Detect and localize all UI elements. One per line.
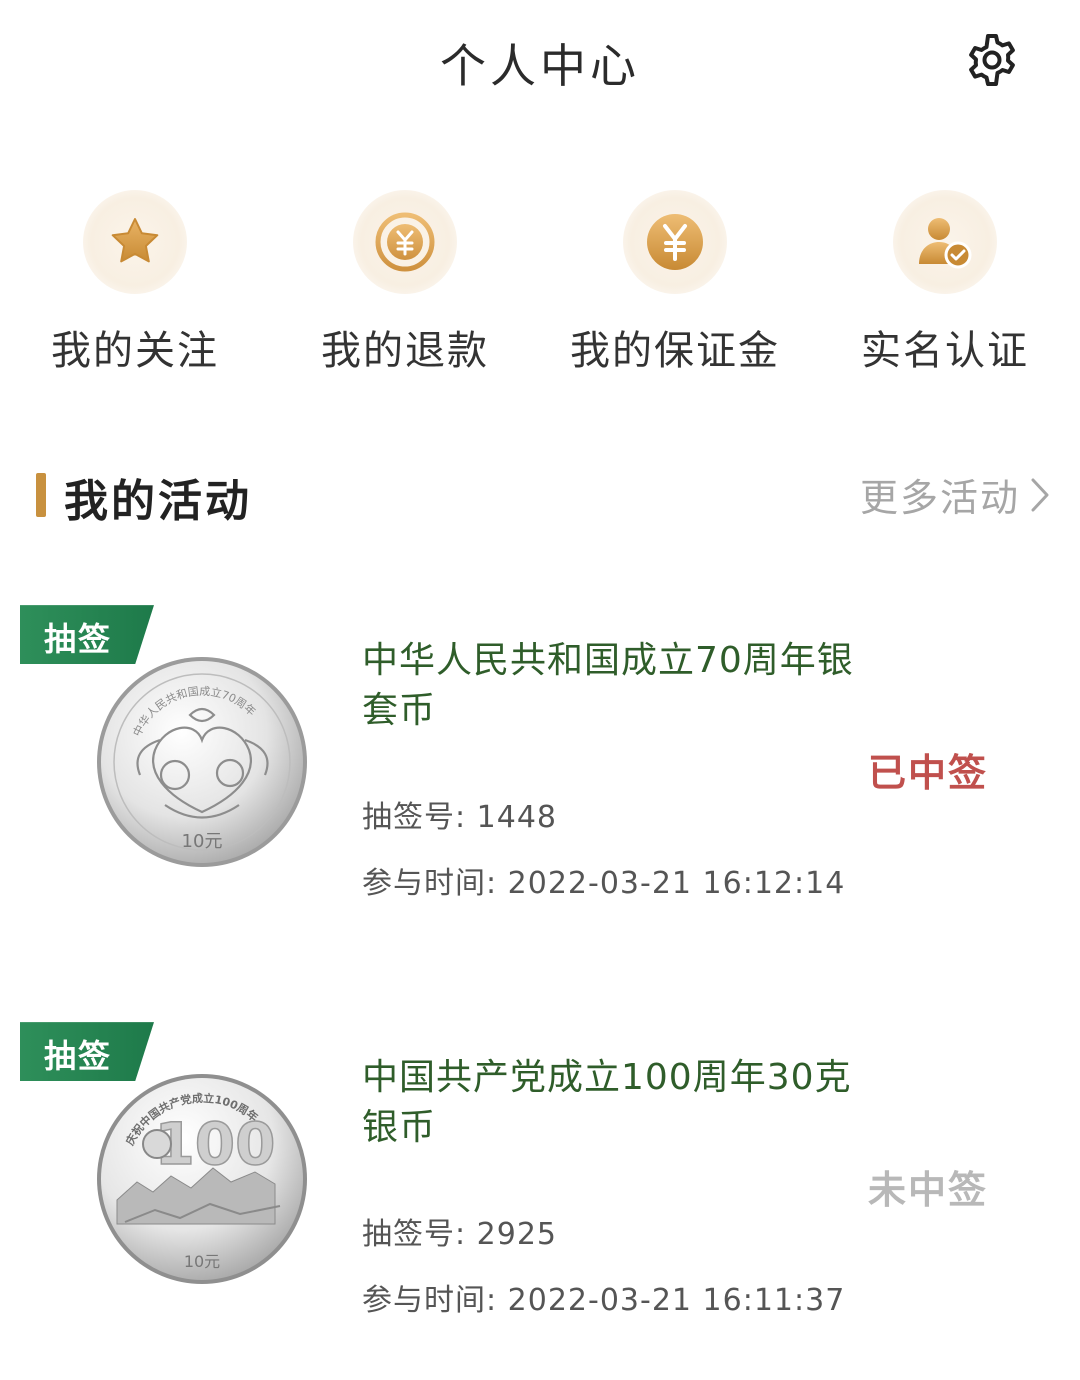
header: 个人中心 bbox=[0, 0, 1080, 120]
coin-value: 10元 bbox=[184, 1252, 220, 1271]
lottery-number-label: 抽签号: bbox=[362, 800, 467, 835]
shortcut-icon-bg bbox=[353, 190, 457, 294]
shortcut-my-follow[interactable]: 我的关注 bbox=[0, 190, 270, 376]
shortcut-label: 我的关注 bbox=[51, 328, 219, 374]
shortcut-grid: 我的关注 我的退款 我的保证金 实名认证 bbox=[0, 190, 1080, 390]
coin-value: 10元 bbox=[182, 831, 223, 852]
coin-image: 中华人民共和国成立70周年 10元 bbox=[95, 655, 310, 870]
activities-section-header: 我的活动 更多活动 bbox=[0, 465, 1080, 527]
activity-title: 中国共产党成立100周年30克银币 bbox=[362, 1057, 852, 1148]
coin-image: 庆祝中国共产党成立100周年 100 10元 bbox=[95, 1072, 310, 1287]
lottery-number-value: 2925 bbox=[476, 1217, 558, 1252]
shortcut-icon-bg bbox=[893, 190, 997, 294]
section-accent-bar bbox=[36, 473, 46, 517]
join-time-value: 2022-03-21 16:12:14 bbox=[507, 866, 846, 901]
lottery-number-row: 抽签号: 2925 bbox=[362, 1209, 557, 1253]
lottery-number-label: 抽签号: bbox=[362, 1217, 467, 1252]
activity-title: 中华人民共和国成立70周年银套币 bbox=[362, 640, 854, 731]
status-badge: 未中签 bbox=[868, 1168, 989, 1212]
lottery-number-value: 1448 bbox=[476, 800, 558, 835]
join-time-label: 参与时间: bbox=[362, 1283, 498, 1318]
coin-centenary-number: 100 bbox=[154, 1110, 275, 1178]
shortcut-label: 我的保证金 bbox=[570, 328, 780, 374]
shortcut-my-refund[interactable]: 我的退款 bbox=[270, 190, 540, 376]
activity-card[interactable]: 抽签 中华人民共和国成立70周年 10元 中华人民共和国成立70周年银套币 已中… bbox=[0, 600, 1080, 930]
verified-user-icon bbox=[919, 218, 972, 269]
join-time-value: 2022-03-21 16:11:37 bbox=[507, 1283, 846, 1318]
settings-button[interactable] bbox=[962, 30, 1022, 90]
shortcut-label: 实名认证 bbox=[861, 328, 1029, 374]
shortcut-icon-bg bbox=[83, 190, 187, 294]
activity-card[interactable]: 抽签 庆祝中国共产党成立100周年 100 10元 中国共产党成立100周年30… bbox=[0, 1017, 1080, 1347]
more-activities-label: 更多活动 bbox=[859, 476, 1020, 520]
shortcut-label: 我的退款 bbox=[321, 328, 489, 374]
chevron-right-icon bbox=[1031, 478, 1049, 511]
page-title: 个人中心 bbox=[440, 39, 640, 93]
star-icon bbox=[111, 218, 159, 263]
lottery-number-row: 抽签号: 1448 bbox=[362, 792, 557, 836]
status-badge: 已中签 bbox=[868, 751, 989, 795]
shortcut-realname-verify[interactable]: 实名认证 bbox=[810, 190, 1080, 376]
refund-icon bbox=[375, 212, 435, 272]
more-activities-link[interactable]: 更多活动 bbox=[860, 467, 1050, 522]
join-time-row: 参与时间: 2022-03-21 16:12:14 bbox=[362, 858, 845, 902]
shortcut-my-deposit[interactable]: 我的保证金 bbox=[540, 190, 810, 376]
join-time-row: 参与时间: 2022-03-21 16:11:37 bbox=[362, 1275, 845, 1319]
gear-icon bbox=[969, 34, 1015, 86]
yen-icon bbox=[647, 214, 703, 270]
shortcut-icon-bg bbox=[623, 190, 727, 294]
section-title: 我的活动 bbox=[64, 476, 252, 527]
join-time-label: 参与时间: bbox=[362, 866, 498, 901]
